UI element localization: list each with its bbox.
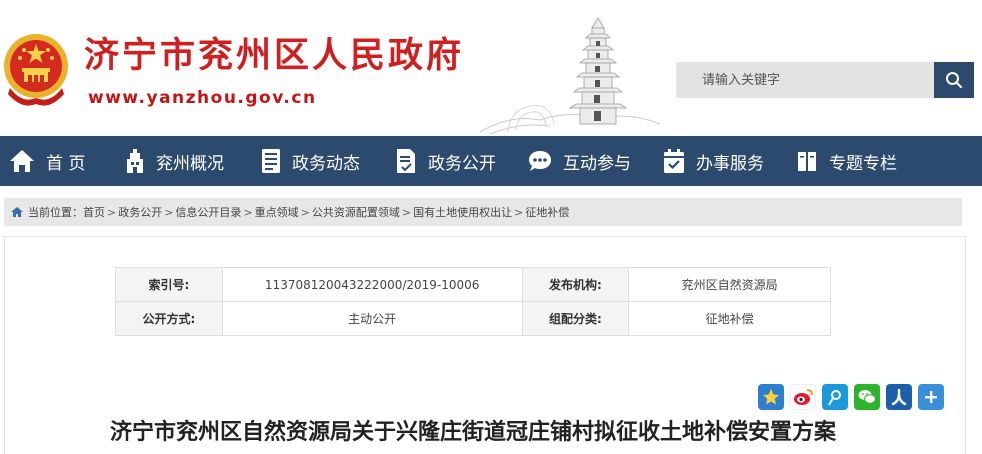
nav-item-services[interactable]: 办事服务: [662, 136, 764, 186]
index-label: 索引号:: [115, 267, 223, 302]
nav-item-interaction[interactable]: 互动参与: [527, 136, 631, 186]
qzone-icon[interactable]: [758, 384, 784, 410]
nav-item-special[interactable]: 专题专栏: [795, 136, 897, 186]
share-bar: [758, 384, 944, 410]
category-label: 组配分类:: [521, 301, 630, 336]
publisher-value: 兖州区自然资源局: [628, 267, 831, 302]
article-title: 济宁市兖州区自然资源局关于兴隆庄街道冠庄铺村拟征收土地补偿安置方案: [110, 420, 837, 445]
renren-icon[interactable]: [886, 384, 912, 410]
nav-label: 专题专栏: [829, 153, 897, 174]
table-row: 公开方式: 主动公开 组配分类: 征地补偿: [115, 301, 831, 336]
tencent-weibo-icon[interactable]: [822, 384, 848, 410]
breadcrumb-link[interactable]: 国有土地使用权出让: [413, 204, 512, 220]
breadcrumb-separator: >: [107, 205, 117, 219]
main-nav: 首 页 兖州概况 政务动态 政务公开 互动参与 办事服务 专题专栏: [0, 136, 982, 186]
book-icon: [798, 152, 816, 171]
home-icon: [10, 150, 34, 172]
nav-item-disclosure[interactable]: 政务公开: [394, 136, 496, 186]
search-button[interactable]: [934, 62, 974, 98]
more-share-icon[interactable]: [918, 384, 944, 410]
breadcrumb-separator: >: [243, 205, 253, 219]
nav-item-news[interactable]: 政务动态: [260, 136, 360, 186]
nav-item-home[interactable]: 首 页: [8, 136, 85, 186]
site-url[interactable]: www.yanzhou.gov.cn: [88, 88, 317, 108]
nav-label: 政务动态: [292, 153, 360, 174]
breadcrumb-link[interactable]: 首页: [83, 204, 105, 220]
nav-item-overview[interactable]: 兖州概况: [124, 136, 224, 186]
metadata-table: 索引号: 113708120043222000/2019-10006 发布机构:…: [115, 267, 831, 336]
breadcrumb-link[interactable]: 信息公开目录: [175, 204, 241, 220]
calendar-check-icon: [664, 149, 684, 173]
table-row: 索引号: 113708120043222000/2019-10006 发布机构:…: [115, 267, 831, 302]
site-title[interactable]: 济宁市兖州区人民政府: [84, 36, 464, 76]
nav-label: 办事服务: [696, 153, 764, 174]
document-check-icon: [397, 149, 415, 173]
nav-label: 首 页: [46, 153, 86, 174]
nav-label: 兖州概况: [156, 153, 224, 174]
chat-bubble-icon: [529, 151, 551, 171]
breadcrumb-link[interactable]: 公共资源配置领域: [312, 204, 400, 220]
breadcrumb-link[interactable]: 征地补偿: [525, 204, 569, 220]
breadcrumb-link[interactable]: 重点领域: [255, 204, 299, 220]
nav-label: 互动参与: [563, 153, 631, 174]
breadcrumb-separator: >: [514, 205, 524, 219]
nav-label: 政务公开: [428, 153, 496, 174]
category-value: 征地补偿: [628, 301, 831, 336]
breadcrumb-link[interactable]: 政务公开: [118, 204, 162, 220]
home-icon: [11, 207, 23, 217]
search-icon: [946, 72, 963, 89]
breadcrumb-separator: >: [164, 205, 174, 219]
breadcrumb-prefix: 当前位置：: [28, 206, 83, 219]
breadcrumb-separator: >: [300, 205, 310, 219]
disclosure-method-value: 主动公开: [221, 301, 523, 336]
index-value: 113708120043222000/2019-10006: [221, 267, 523, 302]
breadcrumb: 当前位置： 首页 > 政务公开 > 信息公开目录 > 重点领域 > 公共资源配置…: [4, 198, 962, 226]
wechat-icon[interactable]: [854, 384, 880, 410]
site-header: 济宁市兖州区人民政府 www.yanzhou.gov.cn: [0, 0, 982, 136]
publisher-label: 发布机构:: [521, 267, 630, 302]
national-emblem-icon: [4, 34, 68, 106]
disclosure-method-label: 公开方式:: [115, 301, 223, 336]
document-list-icon: [262, 149, 280, 173]
breadcrumb-separator: >: [401, 205, 412, 219]
weibo-icon[interactable]: [790, 384, 816, 410]
building-icon: [127, 149, 143, 173]
pagoda-illustration: [480, 17, 660, 135]
search-input[interactable]: [676, 62, 934, 98]
